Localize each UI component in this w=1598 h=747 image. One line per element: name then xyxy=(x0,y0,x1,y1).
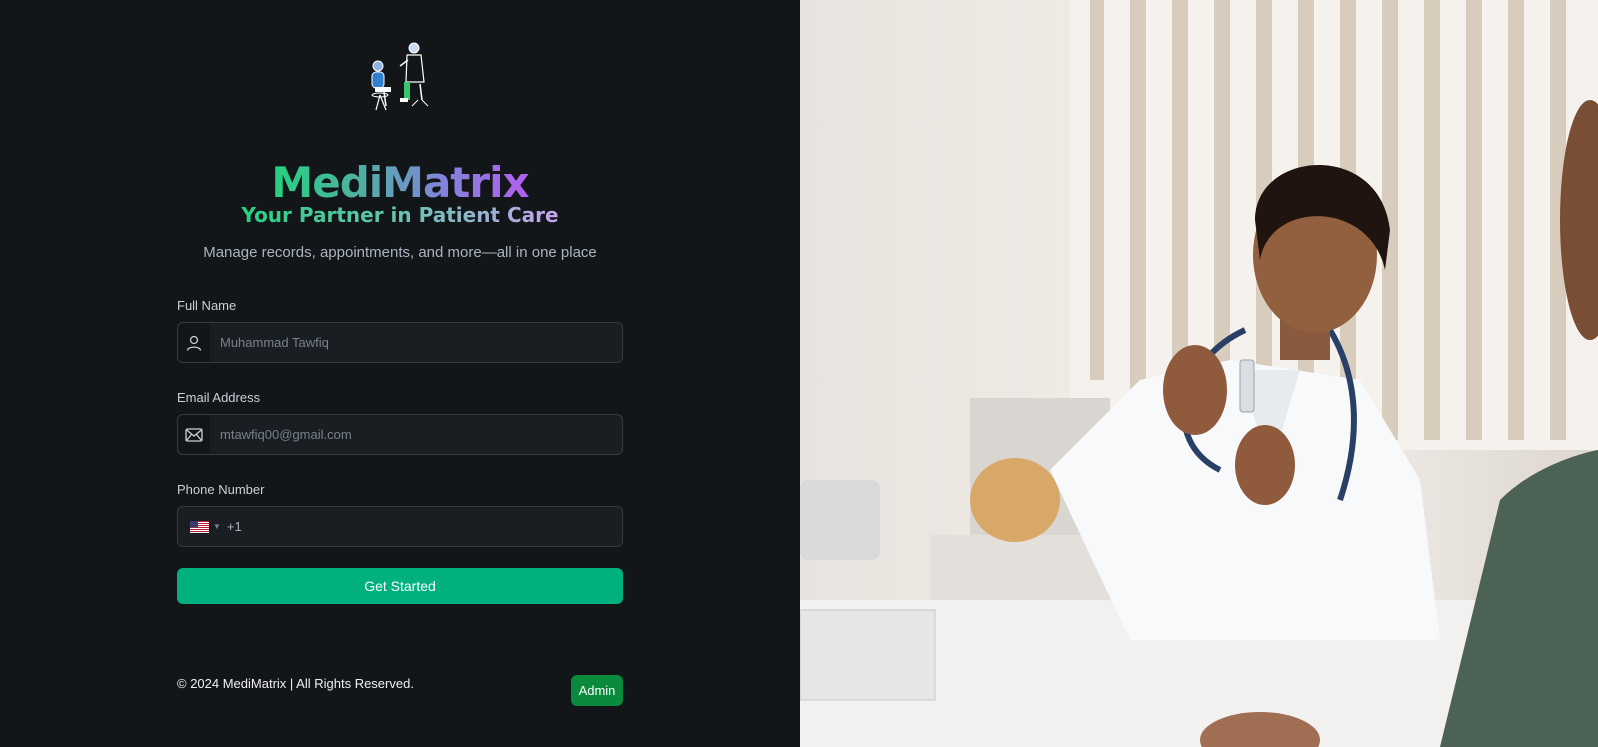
admin-button[interactable]: Admin xyxy=(571,675,623,706)
email-input[interactable] xyxy=(210,415,622,454)
email-label: Email Address xyxy=(177,390,261,405)
phone-field[interactable]: ▼ +1 xyxy=(177,506,623,547)
user-icon xyxy=(178,323,210,362)
chevron-down-icon: ▼ xyxy=(213,522,221,531)
country-code: +1 xyxy=(226,519,242,534)
brand-tagline-text: Your Partner in Patient Care xyxy=(241,203,559,227)
doctor-patient-illustration xyxy=(366,40,436,116)
full-name-field[interactable] xyxy=(177,322,623,363)
onboarding-panel: MediMatrix Your Partner in Patient Care … xyxy=(0,0,800,747)
full-name-input[interactable] xyxy=(210,323,622,362)
email-field[interactable] xyxy=(177,414,623,455)
country-selector[interactable]: ▼ xyxy=(178,507,221,546)
brand-tagline: Your Partner in Patient Care xyxy=(0,203,800,227)
us-flag-icon xyxy=(190,520,209,533)
phone-label: Phone Number xyxy=(177,482,265,497)
brand-name-text: MediMatrix xyxy=(271,158,529,207)
envelope-icon xyxy=(178,415,210,454)
brand-name: MediMatrix xyxy=(0,158,800,207)
copyright-text: © 2024 MediMatrix | All Rights Reserved. xyxy=(177,676,414,691)
doctor-photo xyxy=(800,0,1598,747)
full-name-label: Full Name xyxy=(177,298,237,313)
phone-input[interactable] xyxy=(241,507,622,546)
page-subtitle: Manage records, appointments, and more—a… xyxy=(203,244,597,261)
get-started-button[interactable]: Get Started xyxy=(177,568,623,604)
